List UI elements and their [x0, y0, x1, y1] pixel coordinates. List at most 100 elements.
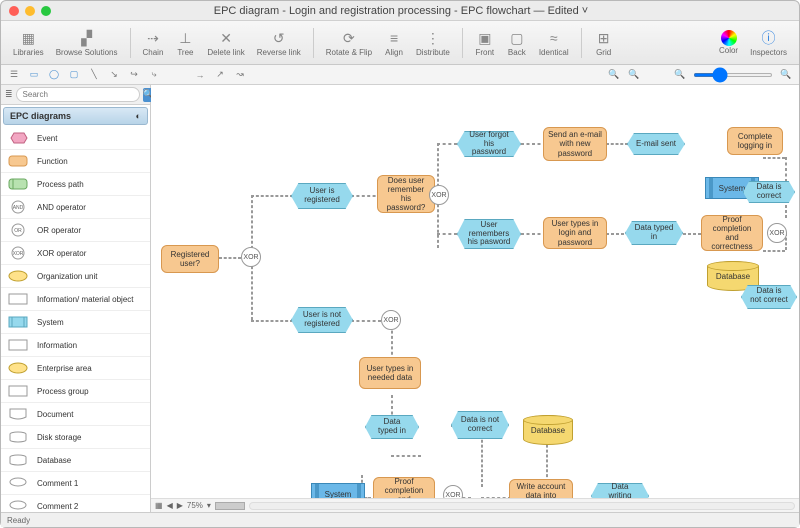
- tree-button[interactable]: ⊥Tree: [171, 28, 199, 57]
- align-button[interactable]: ≡Align: [380, 28, 408, 57]
- zoom-dropdown-icon[interactable]: ▾: [207, 501, 211, 510]
- connector2-icon[interactable]: ↪: [127, 68, 141, 82]
- xor-gate-2[interactable]: XOR: [429, 185, 449, 205]
- zoom-icon[interactable]: [41, 6, 51, 16]
- xor-gate-4[interactable]: XOR: [381, 310, 401, 330]
- func-icon: [5, 153, 31, 169]
- collapse-icon: ◐: [136, 111, 141, 121]
- page-tabs-icon[interactable]: ▦: [155, 501, 163, 510]
- pg-icon: [5, 383, 31, 399]
- node-forgot-password[interactable]: User forgot his password: [457, 131, 521, 157]
- zoom-out-icon[interactable]: 🔍: [607, 68, 621, 82]
- rotate-flip-button[interactable]: ⟳Rotate & Flip: [322, 28, 376, 57]
- node-complete-login[interactable]: Complete logging in: [727, 127, 783, 155]
- disk-icon: [5, 429, 31, 445]
- xor-gate-3[interactable]: XOR: [767, 223, 787, 243]
- shape-item-xor[interactable]: XORXOR operator: [1, 242, 150, 265]
- node-send-email[interactable]: Send an e-mail with new password: [543, 127, 607, 161]
- arrow3-icon[interactable]: ↝: [233, 68, 247, 82]
- shape-item-info[interactable]: Information/ material object: [1, 288, 150, 311]
- minimize-icon[interactable]: [25, 6, 35, 16]
- node-data-not-correct-1[interactable]: Data is not correct: [741, 285, 797, 309]
- list-icon[interactable]: ≣: [5, 88, 13, 102]
- node-database-2[interactable]: Database: [523, 415, 573, 445]
- grid-button[interactable]: ⊞Grid: [590, 28, 618, 57]
- node-types-data[interactable]: User types in needed data: [359, 357, 421, 389]
- shape-item-disk[interactable]: Disk storage: [1, 426, 150, 449]
- rrect-tool-icon[interactable]: ▢: [67, 68, 81, 82]
- ellipse-tool-icon[interactable]: ◯: [47, 68, 61, 82]
- node-registered-user[interactable]: Registered user?: [161, 245, 219, 273]
- connector1-icon[interactable]: ↘: [107, 68, 121, 82]
- c2-icon: [5, 498, 31, 512]
- shape-item-or[interactable]: OR OR operator: [1, 219, 150, 242]
- identical-button[interactable]: ≈Identical: [535, 28, 573, 57]
- zoom-slider[interactable]: [693, 73, 773, 77]
- delete-link-button[interactable]: ✕Delete link: [203, 28, 248, 57]
- shape-item-db[interactable]: Database: [1, 449, 150, 472]
- shape-item-event[interactable]: Event: [1, 127, 150, 150]
- libraries-button[interactable]: ▦Libraries: [9, 28, 48, 57]
- page-thumb[interactable]: [215, 502, 245, 510]
- connector3-icon[interactable]: ⤷: [147, 68, 161, 82]
- search-input[interactable]: [16, 87, 140, 102]
- shape-item-org[interactable]: Organization unit: [1, 265, 150, 288]
- reverse-link-button[interactable]: ↺Reverse link: [253, 28, 305, 57]
- node-email-sent[interactable]: E-mail sent: [627, 133, 685, 155]
- node-data-not-correct-2[interactable]: Data is not correct: [451, 411, 509, 439]
- category-header[interactable]: EPC diagrams ◐: [3, 107, 148, 125]
- shape-item-label: Information/ material object: [37, 295, 134, 304]
- or-icon: OR: [5, 222, 31, 238]
- chain-button[interactable]: ⇢Chain: [139, 28, 168, 57]
- tree-icon: ⊥: [175, 28, 195, 48]
- node-remember-password[interactable]: Does user remember his password?: [377, 175, 435, 213]
- shape-item-and[interactable]: ANDAND operator: [1, 196, 150, 219]
- node-data-typed-2[interactable]: Data typed in: [365, 415, 419, 439]
- node-user-is-registered[interactable]: User is registered: [291, 183, 353, 209]
- shape-item-label: OR operator: [37, 226, 81, 235]
- sidebar-header: ≣ 🔍: [1, 85, 150, 105]
- shape-item-ent[interactable]: Enterprise area: [1, 357, 150, 380]
- node-data-correct[interactable]: Data is correct: [743, 181, 795, 203]
- and-icon: AND: [5, 199, 31, 215]
- node-data-typed-1[interactable]: Data typed in: [625, 221, 683, 245]
- shape-item-c2[interactable]: Comment 2: [1, 495, 150, 512]
- window-controls: [9, 6, 51, 16]
- next-page-icon[interactable]: ▶: [177, 501, 183, 510]
- line-tool-icon[interactable]: ╲: [87, 68, 101, 82]
- browse-button[interactable]: ▞Browse Solutions: [52, 28, 122, 57]
- canvas[interactable]: Registered user? XOR User is registered …: [151, 85, 799, 512]
- arrow2-icon[interactable]: ↗: [213, 68, 227, 82]
- inspectors-button[interactable]: ⓘInspectors: [746, 28, 791, 57]
- distribute-button[interactable]: ⋮Distribute: [412, 28, 454, 57]
- xor-gate-1[interactable]: XOR: [241, 247, 261, 267]
- back-button[interactable]: ▢Back: [503, 28, 531, 57]
- shape-item-label: Comment 1: [37, 479, 78, 488]
- delete-link-icon: ✕: [216, 28, 236, 48]
- node-remembers-password[interactable]: User remembers his pasword: [457, 219, 521, 249]
- zoom-level: 75%: [187, 501, 203, 510]
- shape-item-ppath[interactable]: Process path: [1, 173, 150, 196]
- shape-item-pg[interactable]: Process group: [1, 380, 150, 403]
- grid-icon: ▦: [18, 28, 38, 48]
- rect-tool-icon[interactable]: ▭: [27, 68, 41, 82]
- close-icon[interactable]: [9, 6, 19, 16]
- h-scrollbar[interactable]: [249, 502, 795, 510]
- node-proof-1[interactable]: Proof completion and correctness: [701, 215, 763, 251]
- status-text: Ready: [7, 516, 30, 525]
- node-user-not-registered[interactable]: User is not registered: [291, 307, 353, 333]
- shape-item-func[interactable]: Function: [1, 150, 150, 173]
- shape-item-doc[interactable]: Document: [1, 403, 150, 426]
- shape-item-c1[interactable]: Comment 1: [1, 472, 150, 495]
- identical-icon: ≈: [544, 28, 564, 48]
- panel-toggle-icon[interactable]: ☰: [7, 68, 21, 82]
- shape-item-info2[interactable]: Information: [1, 334, 150, 357]
- arrow1-icon[interactable]: →: [193, 68, 207, 82]
- front-button[interactable]: ▣Front: [471, 28, 499, 57]
- xor-icon: XOR: [5, 245, 31, 261]
- node-types-login[interactable]: User types in login and password: [543, 217, 607, 249]
- shape-item-sys[interactable]: System: [1, 311, 150, 334]
- color-button[interactable]: Color: [715, 30, 742, 55]
- prev-page-icon[interactable]: ◀: [167, 501, 173, 510]
- zoom-in-icon[interactable]: 🔍: [627, 68, 641, 82]
